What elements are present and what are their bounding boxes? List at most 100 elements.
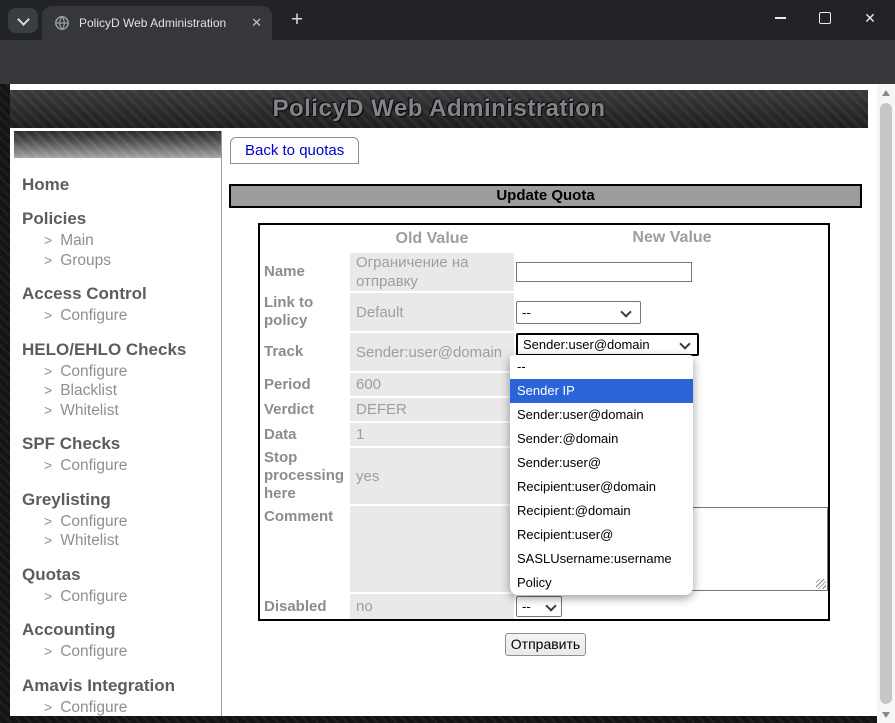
page-banner: PolicyD Web Administration <box>10 90 868 128</box>
form-title-bar: Update Quota <box>229 184 862 208</box>
dropdown-option[interactable]: SASLUsername:username <box>510 547 693 571</box>
field-label-disabled: Disabled <box>264 597 327 615</box>
dropdown-option[interactable]: Recipient:user@domain <box>510 475 693 499</box>
sidebar-item-amavis-configure[interactable]: > Configure <box>22 698 221 718</box>
dropdown-option-highlighted[interactable]: Sender IP <box>510 379 693 403</box>
old-value-data: 1 <box>350 423 514 446</box>
sidebar-item-grey-configure[interactable]: > Configure <box>22 512 221 532</box>
chevron-down-icon <box>16 12 30 26</box>
sidebar-item-home[interactable]: Home <box>22 175 221 195</box>
dropdown-option[interactable]: -- <box>510 355 693 379</box>
chevron-right-icon: > <box>44 698 53 715</box>
maximize-button[interactable] <box>808 0 842 36</box>
sidebar-item-quotas[interactable]: Quotas <box>22 565 221 585</box>
field-label-stop-processing: Stop processing here <box>264 449 345 502</box>
sidebar-item-label: Blacklist <box>60 382 118 399</box>
sidebar-item-accounting[interactable]: Accounting <box>22 620 221 640</box>
chevron-right-icon: > <box>44 362 53 379</box>
chevron-right-icon: > <box>44 512 53 529</box>
scroll-down-icon[interactable] <box>877 706 895 723</box>
old-value-link-to-policy: Default <box>350 293 514 331</box>
field-label-data: Data <box>264 425 297 443</box>
sidebar-item-access-control[interactable]: Access Control <box>22 284 221 304</box>
sidebar-item-label: Whitelist <box>60 401 119 419</box>
old-value-track: Sender:user@domain <box>350 333 514 371</box>
dropdown-option[interactable]: Policy <box>510 571 693 595</box>
link-to-policy-select[interactable]: -- <box>516 300 641 324</box>
dropdown-option[interactable]: Sender:user@ <box>510 451 693 475</box>
dropdown-option[interactable]: Sender:user@domain <box>510 403 693 427</box>
new-tab-button[interactable]: + <box>284 7 310 33</box>
sidebar-item-label: Configure <box>60 698 128 716</box>
old-value-name: Ограничение на отправку <box>350 253 514 291</box>
sidebar-section-greylisting: Greylisting > Configure > Whitelist <box>22 490 221 551</box>
chevron-right-icon: > <box>44 307 53 323</box>
sidebar-section-spf: SPF Checks > Configure <box>22 434 221 476</box>
dropdown-option[interactable]: Sender:@domain <box>510 427 693 451</box>
dropdown-option[interactable]: Recipient:@domain <box>510 499 693 523</box>
tab-title: PolicyD Web Administration <box>79 16 227 30</box>
link-to-policy-select-value: -- <box>522 304 531 320</box>
tab-bar: PolicyD Web Administration ✕ + ✕ <box>0 0 895 40</box>
sidebar-item-spf-checks[interactable]: SPF Checks <box>22 434 221 454</box>
sidebar-section-quotas: Quotas > Configure <box>22 565 221 607</box>
sidebar-item-label: Configure <box>60 307 128 324</box>
dropdown-option[interactable]: Recipient:user@ <box>510 523 693 547</box>
sidebar-item-amavis[interactable]: Amavis Integration <box>22 676 221 696</box>
disabled-select[interactable]: -- <box>516 596 562 617</box>
track-select-dropdown: -- Sender IP Sender:user@domain Sender:@… <box>510 355 693 595</box>
old-value-verdict: DEFER <box>350 398 514 421</box>
sidebar-item-helo-blacklist[interactable]: > Blacklist <box>22 381 221 401</box>
sidebar-item-policies[interactable]: Policies <box>22 209 221 229</box>
field-label-name: Name <box>264 263 305 280</box>
active-tab[interactable]: PolicyD Web Administration ✕ <box>42 6 272 40</box>
sidebar-section-accounting: Accounting > Configure <box>22 620 221 662</box>
sidebar-item-spf-configure[interactable]: > Configure <box>22 456 221 476</box>
old-value-stop-processing: yes <box>350 448 514 504</box>
minimize-icon <box>774 17 786 19</box>
chevron-down-icon <box>679 338 691 350</box>
sidebar-item-label: Groups <box>60 251 112 269</box>
sidebar-item-label: Main <box>60 232 94 249</box>
sidebar-item-helo-configure[interactable]: > Configure <box>22 362 221 382</box>
sidebar-item-label: Whitelist <box>60 532 119 549</box>
sidebar-item-helo-checks[interactable]: HELO/EHLO Checks <box>22 340 221 360</box>
page-scrollbar[interactable] <box>877 84 895 723</box>
header-spacer <box>260 225 348 251</box>
chevron-right-icon: > <box>44 643 53 659</box>
back-to-quotas-tab[interactable]: Back to quotas <box>230 137 360 164</box>
old-value-period: 600 <box>350 373 514 396</box>
sidebar-item-access-configure[interactable]: > Configure <box>22 306 221 326</box>
submit-button[interactable]: Отправить <box>505 633 586 656</box>
minimize-button[interactable] <box>763 0 797 36</box>
tab-close-icon[interactable]: ✕ <box>251 15 262 31</box>
sidebar-item-quotas-configure[interactable]: > Configure <box>22 587 221 607</box>
sidebar-item-label: Configure <box>60 512 128 530</box>
sidebar-item-label: Configure <box>60 643 128 660</box>
close-button[interactable]: ✕ <box>853 0 887 36</box>
new-value-disabled-cell: -- <box>516 594 828 619</box>
resize-grip-icon[interactable] <box>816 579 826 589</box>
field-label-period: Period <box>264 375 311 393</box>
scroll-up-icon[interactable] <box>877 84 895 101</box>
sidebar-section-helo: HELO/EHLO Checks > Configure > Blacklist >… <box>22 340 221 421</box>
track-select[interactable]: Sender:user@domain <box>516 333 699 356</box>
page-content-panel: PolicyD Web Administration Home Policies… <box>10 84 877 716</box>
chevron-right-icon: > <box>44 587 53 604</box>
name-input[interactable] <box>516 262 692 282</box>
field-label-verdict: Verdict <box>264 400 315 418</box>
scrollbar-thumb[interactable] <box>880 103 892 704</box>
sidebar-item-greylisting[interactable]: Greylisting <box>22 490 221 510</box>
field-label-comment: Comment <box>264 508 334 525</box>
sidebar-item-grey-whitelist[interactable]: > Whitelist <box>22 531 221 551</box>
sidebar-item-helo-whitelist[interactable]: > Whitelist <box>22 401 221 421</box>
sidebar-item-policies-main[interactable]: > Main <box>22 231 221 251</box>
tab-search-button[interactable] <box>8 8 38 33</box>
sidebar-item-label: Configure <box>60 587 128 605</box>
chevron-right-icon: > <box>44 457 53 473</box>
chevron-right-icon: > <box>44 251 53 268</box>
new-value-link-cell: -- <box>516 293 828 331</box>
sidebar-item-accounting-configure[interactable]: > Configure <box>22 642 221 662</box>
sidebar-item-policies-groups[interactable]: > Groups <box>22 251 221 271</box>
disabled-select-value: -- <box>522 599 531 614</box>
